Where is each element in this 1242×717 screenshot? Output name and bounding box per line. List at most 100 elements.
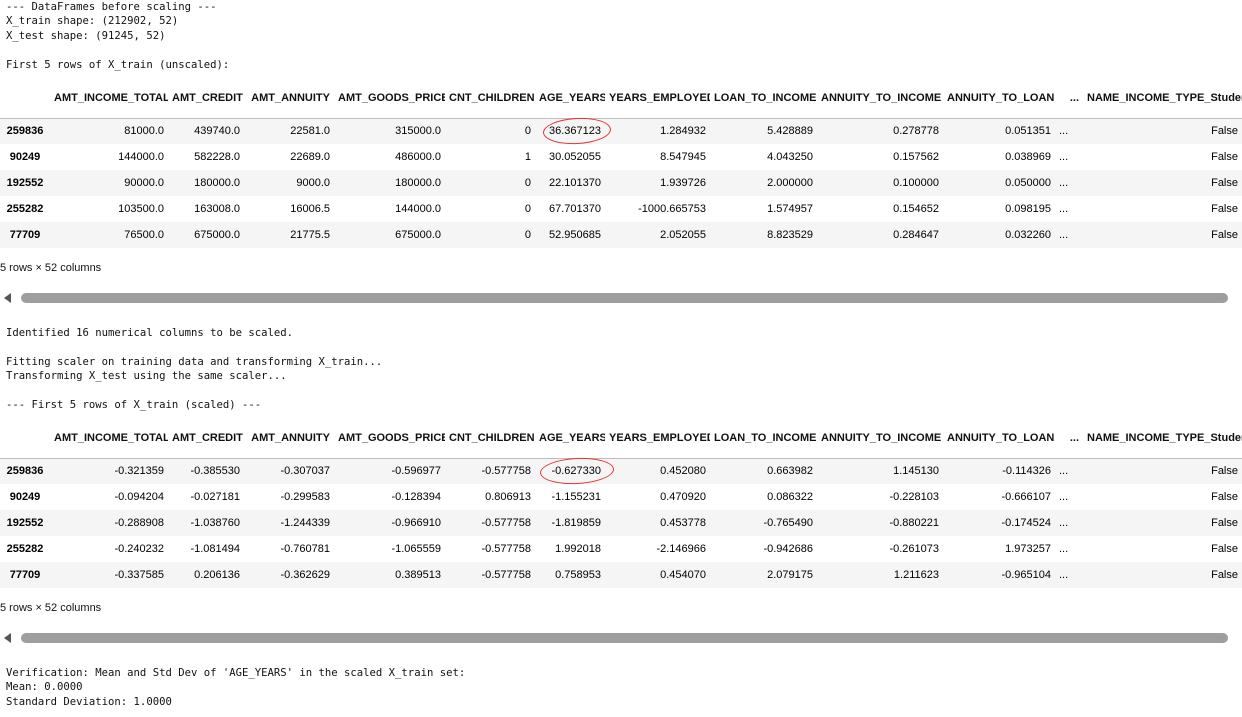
- column-header-amt-annuity: AMT_ANNUITY: [244, 418, 334, 459]
- table-cell: 0.452080: [660, 465, 706, 478]
- ellipsis-cell: ...: [1059, 177, 1069, 189]
- output-line: Mean: 0.0000: [6, 681, 83, 694]
- column-header-amt-goods-price: AMT_GOODS_PRICE: [334, 418, 445, 459]
- column-header-index: [0, 418, 50, 459]
- scrollbar-thumb[interactable]: [21, 633, 1228, 643]
- table-cell: 8.547945: [660, 151, 706, 163]
- table-cell: 2.000000: [767, 177, 813, 189]
- table-cell: 163008.0: [194, 203, 240, 215]
- table-cell: 0.454070: [660, 569, 706, 581]
- row-index: 192552: [6, 177, 44, 189]
- table-header-row: AMT_INCOME_TOTAL AMT_CREDIT AMT_ANNUITY AMT…: [0, 78, 1242, 119]
- table-cell: 144000.0: [395, 203, 441, 215]
- column-header-index: ...: [1055, 418, 1083, 459]
- table-cell: 180000.0: [194, 177, 240, 189]
- column-header-index: ...: [1055, 78, 1083, 119]
- row-index: 77709: [9, 569, 41, 581]
- table-cell: 0.038969: [1005, 151, 1051, 163]
- table-cell: 486000.0: [395, 151, 441, 163]
- table-cell: False: [1211, 203, 1238, 215]
- table-cell: 0: [524, 125, 531, 138]
- table-cell: 5.428889: [767, 125, 813, 138]
- column-header-annuity-to-loan: ANNUITY_TO_LOAN: [943, 78, 1055, 119]
- horizontal-scrollbar[interactable]: [0, 291, 1242, 305]
- column-header-amt-income-total: AMT_INCOME_TOTAL: [50, 418, 168, 459]
- table-row: 255282 -0.240232 -1.081494 -0.760781 -1.0655…: [0, 536, 1242, 562]
- table-body: 259836 -0.321359 -0.385530 -0.307037 -0.5969…: [0, 458, 1242, 588]
- table-cell: 675000.0: [395, 229, 441, 241]
- column-header-index: [0, 78, 50, 119]
- table-cell: -0.760781: [280, 543, 330, 555]
- output-text-scaling-log: Identified 16 numerical columns to be sc…: [0, 326, 382, 412]
- column-header-loan-to-income: LOAN_TO_INCOME: [710, 418, 817, 459]
- row-index: 259836: [6, 125, 44, 138]
- ellipsis-cell: ...: [1059, 569, 1069, 581]
- table-cell: 22581.0: [290, 125, 330, 138]
- scrollbar-thumb[interactable]: [21, 293, 1228, 303]
- table-cell: 2.052055: [660, 229, 706, 241]
- table-cell: 90000.0: [124, 177, 164, 189]
- table-cell: -0.577758: [481, 517, 531, 529]
- table-cell: 0.278778: [893, 125, 939, 138]
- table-cell: -0.128394: [391, 491, 441, 503]
- table-cell: 9000.0: [296, 177, 330, 189]
- table-cell: False: [1211, 177, 1238, 189]
- table-row: 255282 103500.0 163008.0 16006.5 144000.0 0 67…: [0, 196, 1242, 222]
- table-cell: 1.284932: [660, 125, 706, 138]
- row-index: 90249: [9, 151, 41, 163]
- table-cell: 0: [524, 229, 531, 241]
- table-cell: -1.081494: [190, 543, 240, 555]
- table-cell: False: [1211, 491, 1238, 503]
- table-cell: False: [1211, 465, 1238, 478]
- table-row: 77709 76500.0 675000.0 21775.5 675000.0 0 52.9…: [0, 222, 1242, 248]
- table-cell: False: [1211, 517, 1238, 529]
- table-cell: 36.367123: [549, 125, 601, 138]
- scroll-left-arrow-icon[interactable]: [4, 293, 11, 303]
- table-cell: 1.145130: [893, 465, 939, 478]
- ellipsis-cell: ...: [1059, 151, 1069, 163]
- ellipsis-cell: ...: [1059, 125, 1069, 138]
- table-cell: 22.101370: [549, 177, 601, 189]
- horizontal-scrollbar[interactable]: [0, 631, 1242, 645]
- row-index: 255282: [6, 543, 44, 555]
- table-cell: -0.880221: [889, 517, 939, 529]
- output-line: Transforming X_test using the same scale…: [6, 370, 287, 383]
- table-cell: 4.043250: [767, 151, 813, 163]
- table-cell: 0.806913: [485, 491, 531, 503]
- table-cell: 16006.5: [290, 203, 330, 215]
- ellipsis-cell: ...: [1059, 203, 1069, 215]
- table-cell: 1.939726: [660, 177, 706, 189]
- table-cell: 0.157562: [893, 151, 939, 163]
- table-cell: -0.321359: [114, 465, 164, 478]
- ellipsis-cell: ...: [1059, 465, 1069, 478]
- dataframe-unscaled: AMT_INCOME_TOTAL AMT_CREDIT AMT_ANNUITY AMT…: [0, 78, 1242, 248]
- table-cell: 103500.0: [118, 203, 164, 215]
- table-cell: -0.385530: [190, 465, 240, 478]
- table-cell: 0.663982: [767, 465, 813, 478]
- scroll-left-arrow-icon[interactable]: [4, 633, 11, 643]
- table-cell: -0.027181: [190, 491, 240, 503]
- output-text-before-scaling: --- DataFrames before scaling --- X_trai…: [0, 0, 229, 72]
- table-cell: 0.050000: [1005, 177, 1051, 189]
- table-cell: -0.094204: [114, 491, 164, 503]
- table-cell: -0.174524: [1001, 517, 1051, 529]
- table-cell: -1000.665753: [638, 203, 706, 215]
- column-header-annuity-to-loan: ANNUITY_TO_LOAN: [943, 418, 1055, 459]
- column-header-years-employed: YEARS_EMPLOYED: [605, 78, 710, 119]
- table-cell: 439740.0: [194, 125, 240, 138]
- ellipsis-cell: ...: [1059, 491, 1069, 503]
- table-summary: 5 rows × 52 columns: [0, 602, 102, 614]
- table-cell: 67.701370: [549, 203, 601, 215]
- ellipsis-cell: ...: [1059, 517, 1069, 529]
- row-index: 192552: [6, 517, 44, 529]
- table-cell: 2.079175: [767, 569, 813, 581]
- table-cell: 0.051351: [1005, 125, 1051, 138]
- table-cell: 0.758953: [555, 569, 601, 581]
- output-line: X_test shape: (91245, 52): [6, 29, 166, 42]
- table-row: 90249 144000.0 582228.0 22689.0 486000.0 1 30.…: [0, 144, 1242, 170]
- table-cell: 1.992018: [555, 543, 601, 555]
- table-cell: -0.240232: [114, 543, 164, 555]
- table-cell: -1.819859: [551, 517, 601, 529]
- table-cell: 0.154652: [893, 203, 939, 215]
- table-cell: False: [1211, 543, 1238, 555]
